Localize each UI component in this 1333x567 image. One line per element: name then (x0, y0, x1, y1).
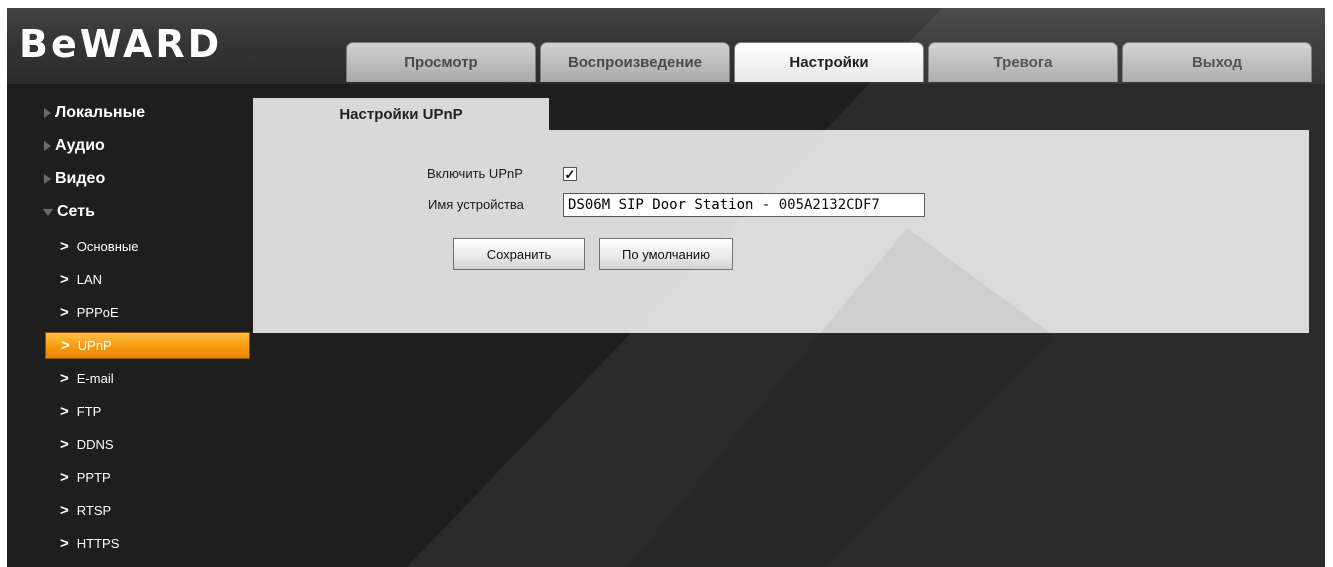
sidebar-item-audio[interactable]: Аудио (7, 131, 251, 161)
upnp-settings-tab[interactable]: Настройки UPnP (253, 98, 549, 130)
beward-logo: BeWARD (19, 22, 223, 66)
sidebar-item-label: Сеть (57, 203, 95, 220)
sidebar-subitem-https[interactable]: > HTTPS (45, 530, 250, 557)
check-icon: ✓ (564, 166, 576, 182)
sidebar-item-label: Локальные (55, 104, 146, 121)
triangle-right-icon (44, 141, 51, 151)
triangle-right-icon (44, 174, 51, 184)
device-name-input[interactable] (563, 193, 925, 217)
sidebar-subitem-label: HTTPS (76, 536, 120, 551)
sidebar-item-network[interactable]: Сеть (7, 197, 251, 227)
chevron-right-icon: > (60, 469, 69, 486)
sidebar-item-label: Видео (55, 170, 106, 187)
upnp-settings-panel: Включить UPnP ✓ Имя устройства Сохранить… (253, 130, 1309, 333)
sidebar-subitem-label: Основные (76, 239, 139, 254)
chevron-right-icon: > (60, 502, 69, 519)
chevron-right-icon: > (60, 304, 69, 321)
default-button[interactable]: По умолчанию (599, 238, 733, 270)
tab-title: Настройки UPnP (339, 105, 463, 123)
sidebar-subitem-pptp[interactable]: > PPTP (45, 464, 250, 491)
sidebar-subitem-lan[interactable]: > LAN (45, 266, 250, 293)
sidebar-subitem-basic[interactable]: > Основные (45, 233, 250, 260)
sidebar-subitem-label: LAN (76, 272, 103, 287)
app-window: BeWARD Просмотр Воспроизведение Настройк… (7, 8, 1325, 567)
sidebar-item-label: Аудио (55, 137, 105, 154)
triangle-down-icon (43, 208, 53, 216)
chevron-right-icon: > (60, 370, 69, 387)
sidebar-subitem-ddns[interactable]: > DDNS (45, 431, 250, 458)
sidebar-subitem-label: PPTP (76, 470, 111, 485)
sidebar-subitem-upnp[interactable]: > UPnP (45, 332, 250, 359)
tab-playback[interactable]: Воспроизведение (540, 42, 730, 82)
sidebar-subitem-pppoe[interactable]: > PPPoE (45, 299, 250, 326)
device-name-label: Имя устройства (428, 197, 524, 212)
chevron-right-icon: > (60, 271, 69, 288)
sidebar-subitem-label: UPnP (77, 338, 112, 353)
chevron-right-icon: > (60, 535, 69, 552)
chevron-right-icon: > (60, 403, 69, 420)
tab-alarm[interactable]: Тревога (928, 42, 1118, 82)
enable-upnp-label: Включить UPnP (427, 166, 523, 181)
sidebar-subitem-email[interactable]: > E-mail (45, 365, 250, 392)
sidebar-item-local[interactable]: Локальные (7, 98, 251, 128)
sidebar-subitem-label: FTP (76, 404, 102, 419)
chevron-right-icon: > (60, 436, 69, 453)
sidebar-item-video[interactable]: Видео (7, 164, 251, 194)
enable-upnp-checkbox[interactable]: ✓ (563, 167, 577, 181)
save-button[interactable]: Сохранить (453, 238, 585, 270)
sidebar-subitem-label: RTSP (76, 503, 112, 518)
tab-settings[interactable]: Настройки (734, 42, 924, 82)
tab-logout[interactable]: Выход (1122, 42, 1312, 82)
sidebar-subitem-ftp[interactable]: > FTP (45, 398, 250, 425)
sidebar-subitem-label: PPPoE (76, 305, 119, 320)
triangle-right-icon (44, 108, 51, 118)
sidebar-subitem-label: E-mail (76, 371, 114, 386)
chevron-right-icon: > (61, 337, 70, 354)
header-bar: BeWARD Просмотр Воспроизведение Настройк… (7, 8, 1325, 84)
sidebar-subitem-label: DDNS (76, 437, 114, 452)
tab-view[interactable]: Просмотр (346, 42, 536, 82)
sidebar-subitem-rtsp[interactable]: > RTSP (45, 497, 250, 524)
chevron-right-icon: > (60, 238, 69, 255)
